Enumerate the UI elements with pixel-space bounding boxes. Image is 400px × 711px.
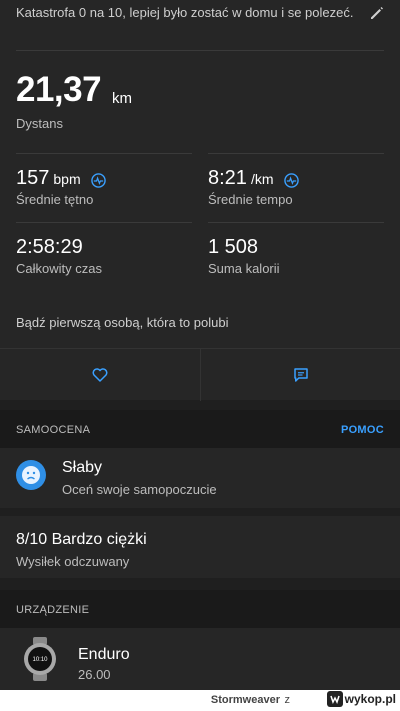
heart-rate-unit: bpm [53, 171, 81, 187]
time-value: 2:58:29 [16, 236, 83, 258]
device-header: URZĄDZENIE [0, 590, 400, 628]
device-row[interactable] [0, 628, 400, 690]
distance-label: Dystans [16, 116, 63, 131]
pace-value: 8:21/km [208, 167, 299, 190]
activity-summary: Katastrofa 0 na 10, lepiej było zostać w… [0, 0, 400, 348]
mood-subtitle: Oceń swoje samopoczucie [62, 482, 217, 497]
distance-value: 21,37 [16, 70, 102, 109]
watermark-footer: Stormweaver z wykop.pl [0, 690, 400, 711]
watch-icon: 10:10 [22, 637, 58, 681]
heart-rate-icon[interactable] [91, 171, 106, 188]
divider [208, 153, 384, 154]
comment-icon [294, 368, 308, 382]
footer-brand: wykop.pl [326, 691, 396, 707]
edit-pencil-icon[interactable] [368, 4, 386, 22]
calories-value: 1 508 [208, 236, 259, 258]
heart-rate-number: 157 [16, 167, 50, 189]
time-label: Całkowity czas [16, 261, 102, 276]
pace-unit: /km [250, 171, 274, 187]
heart-icon [92, 368, 108, 382]
like-button[interactable] [0, 349, 200, 401]
footer-brand-text: wykop.pl [344, 692, 396, 706]
effort-subtitle: Wysiłek odczuwany [16, 554, 130, 569]
calories-label: Suma kalorii [208, 261, 280, 276]
pace-label: Średnie tempo [208, 192, 293, 207]
self-eval-title: SAMOOCENA [16, 424, 91, 436]
comment-button[interactable] [201, 349, 400, 401]
sad-face-icon [16, 460, 46, 490]
pace-info-icon[interactable] [284, 171, 299, 188]
action-bar [0, 348, 400, 401]
app-screen: Katastrofa 0 na 10, lepiej było zostać w… [0, 0, 400, 690]
help-link[interactable]: POMOC [341, 424, 384, 436]
heart-rate-value: 157 bpm [16, 167, 106, 190]
device-section-title: URZĄDZENIE [16, 604, 90, 616]
effort-title: 8/10 Bardzo ciężki [16, 531, 147, 548]
self-eval-header: SAMOOCENA POMOC [0, 410, 400, 448]
wykop-logo-icon [326, 691, 343, 707]
watch-face-time: 10:10 [32, 657, 48, 663]
divider [16, 222, 192, 223]
distance-unit: km [112, 90, 132, 107]
heart-rate-label: Średnie tętno [16, 192, 94, 207]
device-name: Enduro [78, 646, 130, 663]
likes-text: Bądź pierwszą osobą, która to polubi [16, 315, 229, 330]
pace-number: 8:21 [208, 167, 247, 189]
activity-description: Katastrofa 0 na 10, lepiej było zostać w… [16, 5, 354, 20]
device-version: 26.00 [78, 667, 111, 682]
mood-title: Słaby [62, 459, 103, 476]
footer-user: Stormweaver [210, 694, 280, 706]
divider [208, 222, 384, 223]
mood-row[interactable] [0, 448, 400, 508]
divider [16, 50, 384, 51]
footer-z: z [284, 694, 291, 706]
divider [16, 153, 192, 154]
